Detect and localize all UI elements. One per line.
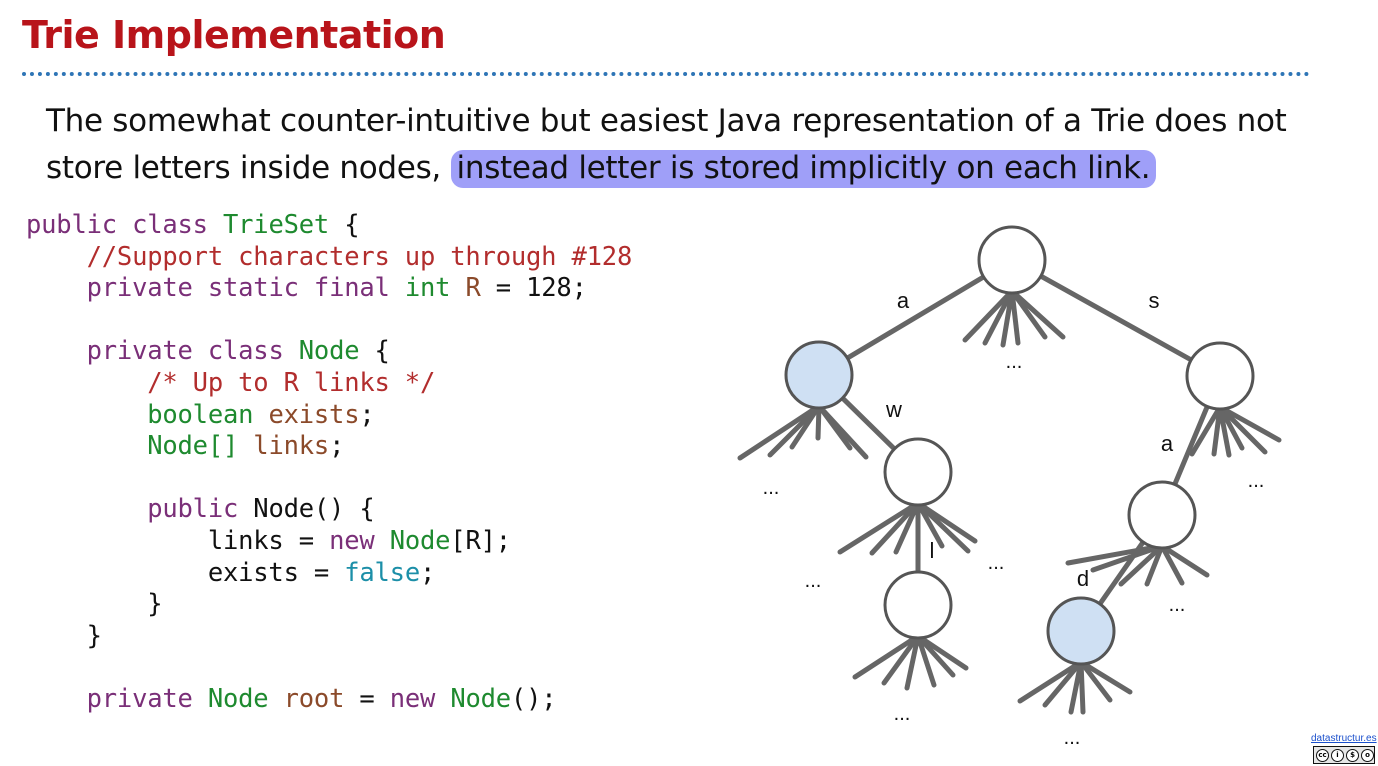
footer-link[interactable]: datastructur.es — [1311, 733, 1377, 744]
trie-ellipsis: ... — [763, 477, 780, 499]
trie-node-sa — [1127, 480, 1197, 550]
by-icon: i — [1331, 748, 1344, 762]
trie-ellipsis: ... — [1169, 594, 1186, 616]
trie-ellipsis: ... — [1248, 470, 1265, 492]
cc-icon: cc — [1316, 748, 1329, 762]
trie-edge-label: d — [1077, 566, 1089, 591]
trie-node-aw — [883, 437, 953, 507]
sa-icon: o — [1361, 748, 1374, 762]
trie-node-a — [784, 340, 854, 410]
trie-stub-link-sad-4 — [1078, 659, 1113, 703]
trie-node-sad — [1046, 596, 1116, 666]
trie-ellipsis: ... — [805, 570, 822, 592]
trie-stub-link-a-0 — [737, 403, 822, 461]
trie-ellipsis: ... — [894, 703, 911, 725]
trie-edge-label: w — [885, 397, 902, 422]
trie-diagram: a s w l a d........................ — [737, 225, 1282, 749]
trie-stub-link-sad-3 — [1078, 659, 1086, 715]
trie-ellipsis: ... — [1064, 727, 1081, 749]
trie-stub-link-sad-5 — [1078, 659, 1133, 695]
trie-node-awl — [883, 570, 953, 640]
trie-node-s — [1185, 341, 1255, 411]
trie-edge-label: s — [1149, 288, 1160, 313]
nc-icon: $ — [1346, 748, 1359, 762]
trie-ellipsis: ... — [988, 552, 1005, 574]
trie-stub-link-a-3 — [815, 403, 822, 441]
license-badge: cc i $ o — [1313, 746, 1375, 764]
trie-edges — [737, 257, 1282, 715]
trie-edge-label: l — [930, 538, 935, 563]
trie-node-root — [977, 225, 1047, 295]
trie-ellipsis: ... — [1006, 351, 1023, 373]
trie-edge-label: a — [1161, 431, 1174, 456]
trie-edge-label: a — [897, 288, 910, 313]
